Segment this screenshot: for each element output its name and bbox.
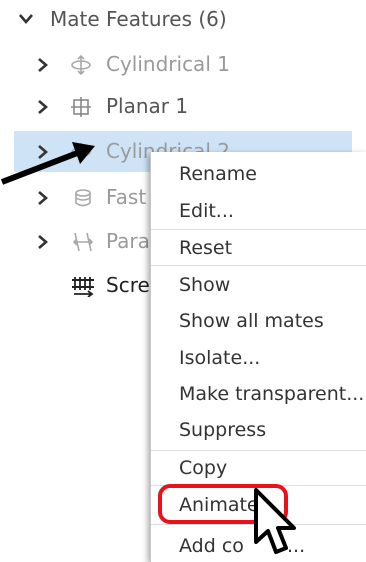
- tree-item-label: Fast: [106, 185, 147, 209]
- tree-item-cylindrical-1[interactable]: Cylindrical 1: [0, 45, 366, 85]
- menu-item-show[interactable]: Show: [179, 274, 230, 296]
- menu-item-show-all-mates[interactable]: Show all mates: [179, 310, 324, 332]
- tree-item-label: Planar 1: [106, 94, 189, 118]
- menu-item-copy[interactable]: Copy: [179, 457, 227, 479]
- tree-item-label: Para: [106, 229, 150, 253]
- menu-item-add-connector[interactable]: Add co...: [179, 535, 305, 557]
- menu-item-isolate[interactable]: Isolate...: [179, 347, 260, 369]
- cylindrical-mate-icon: [70, 54, 92, 76]
- fastened-mate-icon: [72, 187, 94, 209]
- tree-item-planar-1[interactable]: Planar 1: [0, 87, 366, 127]
- menu-item-add-connector-label: Add co: [179, 535, 244, 557]
- menu-separator: [151, 450, 366, 451]
- menu-separator: [151, 265, 366, 266]
- chevron-right-icon[interactable]: [36, 57, 50, 72]
- menu-item-make-transparent[interactable]: Make transparent...: [179, 383, 364, 405]
- tree-item-label: Scre: [106, 273, 150, 297]
- menu-item-rename[interactable]: Rename: [179, 163, 257, 185]
- screw-relation-icon: [70, 275, 94, 297]
- tree-item-label: Cylindrical 1: [106, 52, 230, 76]
- chevron-right-icon[interactable]: [36, 234, 50, 249]
- menu-item-edit[interactable]: Edit...: [179, 200, 234, 222]
- annotation-arrow-icon: [0, 142, 95, 185]
- menu-separator: [151, 229, 366, 230]
- planar-mate-icon: [70, 96, 92, 118]
- parallel-mate-icon: [72, 231, 94, 253]
- chevron-right-icon[interactable]: [36, 190, 50, 205]
- chevron-right-icon[interactable]: [36, 99, 50, 114]
- group-label: Mate Features (6): [50, 7, 227, 31]
- chevron-down-icon[interactable]: [18, 12, 33, 26]
- mouse-cursor-icon: [254, 488, 296, 554]
- menu-item-suppress[interactable]: Suppress: [179, 419, 266, 441]
- menu-item-reset[interactable]: Reset: [179, 237, 232, 259]
